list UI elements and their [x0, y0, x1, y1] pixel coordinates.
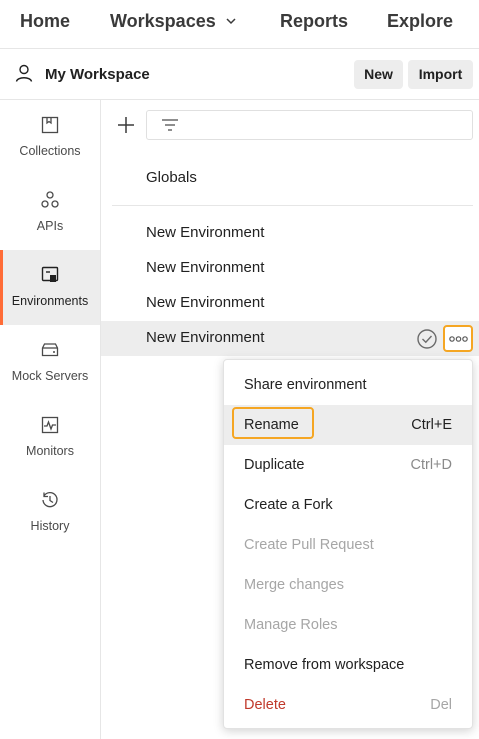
environment-row[interactable]: New Environment: [101, 286, 479, 321]
menu-item-merge-changes: Merge changes: [224, 565, 472, 605]
set-active-check-icon[interactable]: [416, 328, 438, 350]
menu-item-label: Remove from workspace: [244, 657, 405, 673]
menu-item-label: Manage Roles: [244, 617, 338, 633]
sidebar-item-history[interactable]: History: [0, 475, 100, 550]
user-icon: [15, 64, 33, 82]
sidebar-item-monitors[interactable]: Monitors: [0, 400, 100, 475]
menu-item-label: Merge changes: [244, 577, 344, 593]
menu-item-label: Create Pull Request: [244, 537, 374, 553]
sidebar-item-apis[interactable]: APIs: [0, 175, 100, 250]
environment-row-selected[interactable]: New Environment: [101, 321, 479, 356]
environment-label: New Environment: [146, 224, 265, 241]
chevron-down-icon: [226, 18, 236, 25]
top-nav: Home Workspaces Reports Explore: [0, 0, 479, 49]
environment-label: New Environment: [146, 259, 265, 276]
filter-icon: [162, 119, 178, 131]
menu-item-shortcut: Del: [430, 697, 452, 713]
globals-item[interactable]: Globals: [146, 169, 197, 187]
sidebar-item-label: Environments: [11, 294, 89, 308]
menu-item-create-fork[interactable]: Create a Fork: [224, 485, 472, 525]
sidebar-item-collections[interactable]: Collections: [0, 100, 100, 175]
menu-item-create-pull-request: Create Pull Request: [224, 525, 472, 565]
sidebar-item-label: APIs: [36, 219, 64, 233]
filter-input[interactable]: [146, 110, 473, 140]
sidebar-item-environments[interactable]: Environments: [0, 250, 100, 325]
new-button[interactable]: New: [354, 60, 403, 89]
workspace-header: My Workspace New Import: [0, 49, 479, 100]
environment-row[interactable]: New Environment: [101, 251, 479, 286]
nav-workspaces-dropdown[interactable]: Workspaces: [110, 9, 238, 33]
menu-item-manage-roles: Manage Roles: [224, 605, 472, 645]
import-button[interactable]: Import: [408, 60, 473, 89]
sidebar-item-label: Collections: [19, 144, 81, 158]
environments-icon: [41, 266, 59, 282]
sidebar-item-label: Monitors: [26, 444, 74, 458]
sidebar: Collections APIs Environments Mock Serve…: [0, 100, 101, 739]
menu-item-label: Delete: [244, 697, 286, 713]
divider: [112, 205, 473, 206]
menu-item-remove-from-workspace[interactable]: Remove from workspace: [224, 645, 472, 685]
nav-explore-link[interactable]: Explore: [387, 9, 453, 33]
menu-item-delete[interactable]: Delete Del: [224, 685, 472, 725]
nav-reports-link[interactable]: Reports: [280, 9, 348, 33]
menu-item-label: Create a Fork: [244, 497, 333, 513]
nav-workspaces-label: Workspaces: [110, 11, 216, 31]
menu-item-duplicate[interactable]: Duplicate Ctrl+D: [224, 445, 472, 485]
nav-home-link[interactable]: Home: [20, 9, 70, 33]
more-icon: [449, 336, 468, 342]
mock-servers-icon: [41, 343, 59, 357]
environment-label: New Environment: [146, 329, 265, 346]
monitors-icon: [41, 416, 59, 434]
menu-item-share-environment[interactable]: Share environment: [224, 365, 472, 405]
sidebar-item-label: Mock Servers: [11, 369, 89, 383]
menu-item-label: Duplicate: [244, 457, 305, 473]
environment-row[interactable]: New Environment: [101, 216, 479, 251]
menu-item-shortcut: Ctrl+E: [411, 417, 452, 433]
workspace-title[interactable]: My Workspace: [45, 65, 150, 85]
history-icon: [42, 492, 58, 508]
add-icon[interactable]: [114, 113, 138, 137]
environment-label: New Environment: [146, 294, 265, 311]
context-menu: Share environment Rename Ctrl+E Duplicat…: [223, 359, 473, 729]
sidebar-item-mock-servers[interactable]: Mock Servers: [0, 325, 100, 400]
collections-icon: [41, 116, 59, 134]
more-actions-button[interactable]: [443, 325, 473, 352]
apis-icon: [41, 191, 59, 208]
menu-item-rename[interactable]: Rename Ctrl+E: [224, 405, 472, 445]
menu-item-label: Rename: [244, 417, 299, 433]
menu-item-shortcut: Ctrl+D: [410, 457, 453, 473]
menu-item-label: Share environment: [244, 377, 367, 393]
sidebar-item-label: History: [30, 519, 70, 533]
